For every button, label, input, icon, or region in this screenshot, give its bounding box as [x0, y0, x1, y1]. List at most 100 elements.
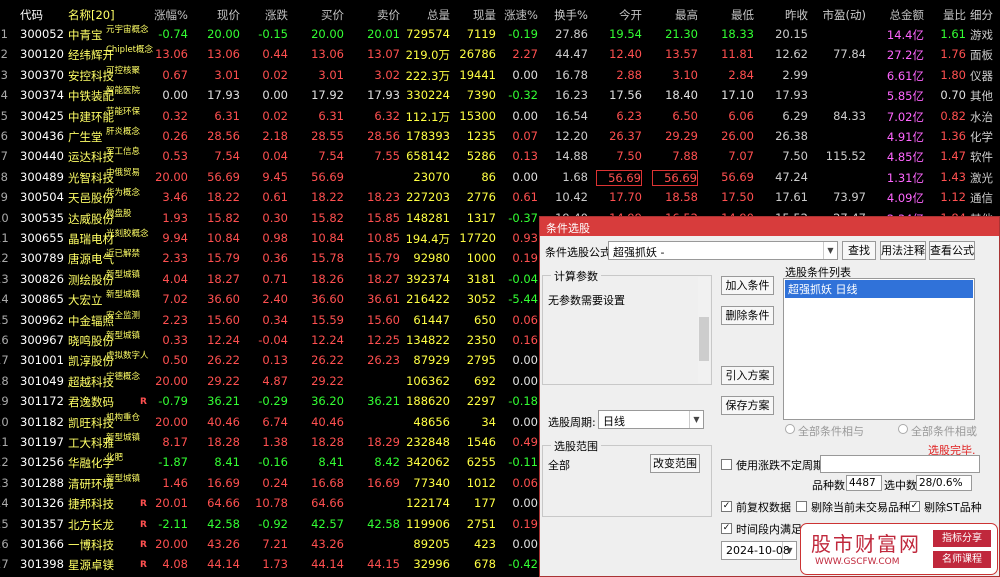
prefq-checkbox[interactable]: ✓: [721, 501, 732, 512]
stock-name[interactable]: 北方长龙: [68, 517, 136, 533]
change-pct: 7.02: [162, 292, 188, 307]
turnover: 27.86: [555, 27, 588, 41]
stock-code[interactable]: 300535: [20, 211, 66, 225]
stock-code[interactable]: 301326: [20, 496, 66, 510]
params-scrollbar[interactable]: [698, 277, 710, 383]
header-ask[interactable]: 卖价: [348, 7, 400, 23]
change-pct: 20.01: [155, 496, 188, 511]
ask-price: 12.25: [367, 333, 400, 347]
stock-code[interactable]: 300120: [20, 47, 66, 61]
stock-code[interactable]: 301182: [20, 415, 66, 429]
header-amount[interactable]: 总金额: [870, 7, 925, 23]
save-plan-button[interactable]: 保存方案: [721, 396, 774, 415]
date-value: 2024-10-08: [726, 544, 790, 557]
stock-code[interactable]: 301357: [20, 517, 66, 531]
stock-code[interactable]: 300374: [20, 88, 66, 102]
change: 0.04: [262, 149, 288, 164]
header-prev-close[interactable]: 昨收: [762, 7, 808, 23]
stock-code[interactable]: 300789: [20, 251, 66, 265]
date-picker[interactable]: 2024-10-08 ▼: [721, 541, 797, 560]
header-pe[interactable]: 市盈(动): [814, 7, 866, 23]
stock-code[interactable]: 300967: [20, 333, 66, 347]
condition-list[interactable]: 超强抓妖 日线: [783, 278, 975, 420]
open: 17.70: [609, 190, 642, 205]
stock-code[interactable]: 301001: [20, 353, 66, 367]
industry: 化学: [970, 130, 993, 144]
dialog-title[interactable]: 条件选股: [540, 217, 999, 236]
amount: 1.31亿: [886, 170, 924, 185]
header-vol-ratio[interactable]: 量比: [928, 7, 966, 23]
stock-code[interactable]: 300865: [20, 292, 66, 306]
stock-code[interactable]: 301256: [20, 455, 66, 469]
price: 7.54: [214, 149, 240, 164]
header-turnover[interactable]: 换手%: [544, 7, 588, 23]
stock-code[interactable]: 300436: [20, 129, 66, 143]
header-volume[interactable]: 总量: [404, 7, 450, 23]
formula-label: 条件选股公式: [545, 246, 611, 259]
amount: 4.91亿: [886, 130, 924, 144]
stock-code[interactable]: 300504: [20, 190, 66, 204]
stock-name[interactable]: 星源卓镁: [68, 557, 136, 573]
all-or-radio[interactable]: [898, 424, 908, 434]
header-cur-volume[interactable]: 现量: [454, 7, 496, 23]
import-plan-button[interactable]: 引入方案: [721, 366, 774, 385]
period-select[interactable]: 日线 ▼: [598, 410, 704, 429]
stock-code[interactable]: 301197: [20, 435, 66, 449]
stock-code[interactable]: 301172: [20, 394, 66, 408]
header-industry[interactable]: 细分: [970, 7, 1000, 23]
header-pct[interactable]: 涨幅%: [150, 7, 188, 23]
change-range-button[interactable]: 改变范围: [650, 454, 700, 473]
header-open[interactable]: 今开: [596, 7, 642, 23]
cur-volume: 1546: [466, 435, 496, 449]
high: 29.29: [665, 129, 698, 143]
stock-code[interactable]: 300962: [20, 313, 66, 327]
timerange-checkbox[interactable]: ✓: [721, 523, 732, 534]
stock-code[interactable]: 300489: [20, 170, 66, 184]
header-price[interactable]: 现价: [190, 7, 240, 23]
chevron-down-icon[interactable]: ▼: [823, 242, 837, 259]
stock-code[interactable]: 301288: [20, 476, 66, 490]
variable-period-input[interactable]: [820, 455, 980, 473]
header-name[interactable]: 名称[20]: [68, 7, 136, 23]
formula-select[interactable]: 超强抓妖 - ▼: [608, 241, 838, 260]
header-code[interactable]: 代码: [20, 7, 66, 23]
all-and-radio[interactable]: [785, 424, 795, 434]
change-pct: -2.11: [158, 516, 188, 531]
header-low[interactable]: 最低: [708, 7, 754, 23]
stock-code[interactable]: 300655: [20, 231, 66, 245]
stock-code[interactable]: 300425: [20, 109, 66, 123]
stock-code[interactable]: 300052: [20, 27, 66, 41]
stock-name[interactable]: 君逸数码: [68, 394, 136, 410]
condition-list-item[interactable]: 超强抓妖 日线: [785, 280, 973, 298]
header-speed[interactable]: 涨速%: [498, 7, 538, 23]
find-button[interactable]: 查找: [842, 241, 876, 260]
header-change[interactable]: 涨跌: [244, 7, 288, 23]
cur-volume: 2751: [466, 516, 496, 531]
view-formula-button[interactable]: 查看公式: [929, 241, 975, 260]
add-condition-button[interactable]: 加入条件: [721, 276, 774, 295]
exclude-st-checkbox[interactable]: ✓: [909, 501, 920, 512]
chevron-down-icon[interactable]: ▼: [689, 411, 703, 428]
stock-code[interactable]: 301398: [20, 557, 66, 571]
cur-volume: 2350: [466, 333, 496, 347]
stock-code[interactable]: 300440: [20, 149, 66, 163]
header-bid[interactable]: 买价: [292, 7, 344, 23]
variable-period-checkbox[interactable]: [721, 459, 732, 470]
stock-code[interactable]: 301366: [20, 537, 66, 551]
turnover: 16.54: [555, 108, 588, 123]
stock-name[interactable]: 一博科技: [68, 537, 136, 553]
low: 11.81: [721, 47, 754, 62]
exclude-untraded-checkbox[interactable]: [796, 501, 807, 512]
stock-code[interactable]: 301049: [20, 374, 66, 388]
delete-condition-button[interactable]: 删除条件: [721, 306, 774, 325]
stock-name[interactable]: 捷邦科技: [68, 496, 136, 512]
row-index: 9: [0, 190, 8, 205]
usage-note-button[interactable]: 用法注释: [880, 241, 926, 260]
header-high[interactable]: 最高: [652, 7, 698, 23]
chevron-down-icon[interactable]: ▼: [782, 542, 796, 559]
stock-code[interactable]: 300826: [20, 272, 66, 286]
stock-code[interactable]: 300370: [20, 68, 66, 82]
ask-price: 28.56: [367, 129, 400, 143]
cur-volume: 423: [474, 537, 496, 551]
volume: 87929: [413, 353, 450, 368]
